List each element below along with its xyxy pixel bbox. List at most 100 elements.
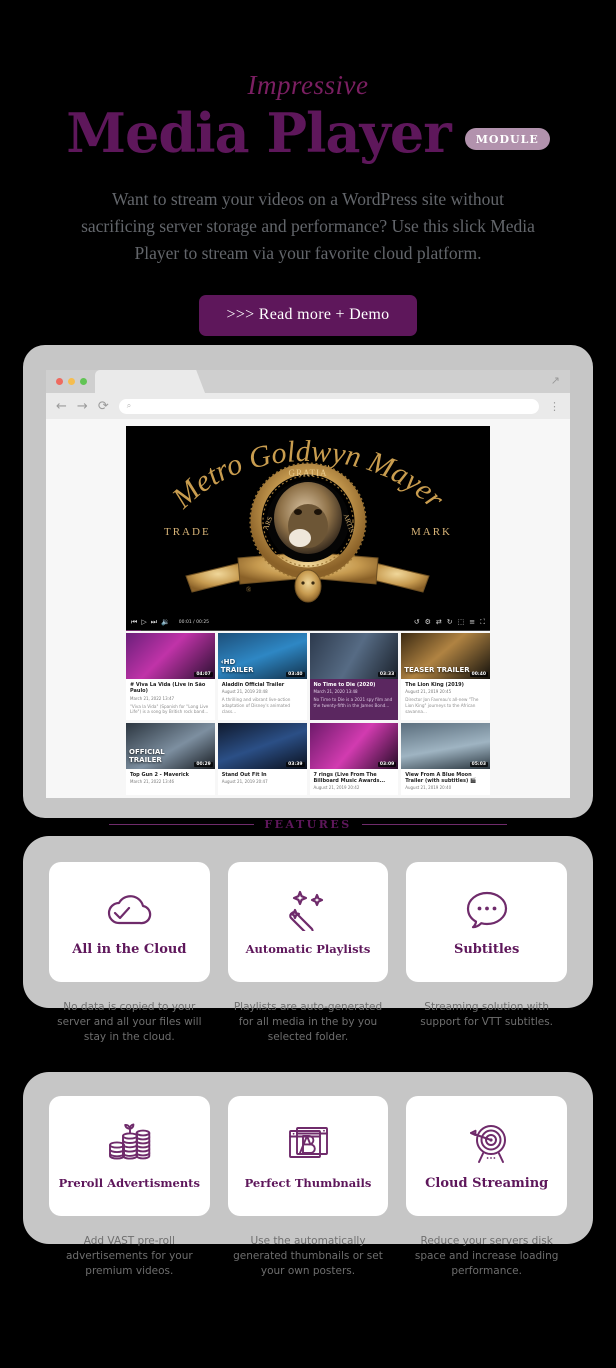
features-heading: FEATURES bbox=[0, 818, 616, 831]
speech-bubble-icon bbox=[465, 888, 509, 932]
browser-menu-icon[interactable]: ⋮ bbox=[549, 400, 560, 413]
reload-icon[interactable]: ⟳ bbox=[98, 400, 109, 413]
forward-icon[interactable]: → bbox=[77, 400, 88, 413]
playlist-item[interactable]: OFFICIAL TRAILER 00:29 Top Gun 2 - Maveric… bbox=[126, 722, 215, 796]
feature-card-label: Subtitles bbox=[453, 941, 520, 957]
playlist-item-title: # Viva La Vida (Live in São Paulo) bbox=[130, 682, 206, 695]
playlist-item-date: August 21, 2019 20:48 bbox=[221, 689, 268, 695]
feature-description: Reduce your servers disk space and incre… bbox=[414, 1235, 559, 1278]
playlist-thumbnail: 03:33 bbox=[309, 633, 399, 679]
playlist-item[interactable]: 03:09 7 rings (Live From The Billboard Mu… bbox=[309, 722, 399, 796]
trade-label: TRADE bbox=[164, 526, 211, 538]
landing-page: Impressive Media Player MODULE Want to s… bbox=[0, 0, 616, 1368]
shuffle-icon[interactable]: ⇄ bbox=[436, 619, 442, 626]
playlist-item-date: August 21, 2019 20:47 bbox=[221, 779, 268, 785]
playlist-item[interactable]: ‹HD TRAILER 03:40 Aladdin Official Trailer… bbox=[217, 633, 307, 720]
playlist-item-date: March 21, 2022 13:46 bbox=[130, 779, 175, 785]
feature-card-label: Automatic Playlists bbox=[245, 942, 371, 956]
address-bar[interactable]: ⌕ bbox=[118, 398, 539, 414]
player-control-bar: ⏮ ▷ ⏭ 🔉 00:01 / 00:25 ↺ ⚙ ⇄ ↻ ⬚ ≡ ⛶ bbox=[126, 614, 490, 631]
feature-card[interactable]: All in the Cloud bbox=[49, 862, 210, 982]
playlist-item-title: Aladdin Official Trailer bbox=[221, 682, 285, 688]
svg-text:GRATIA: GRATIA bbox=[289, 468, 328, 478]
playlist-item-meta: View From A Blue Moon Trailer (with subt… bbox=[401, 769, 490, 796]
cta-wrapper: >>> Read more + Demo bbox=[0, 295, 616, 337]
speed-icon[interactable]: ⚙ bbox=[425, 619, 431, 626]
player-progress-bar[interactable] bbox=[126, 630, 490, 631]
playlist-item-date: March 21, 2020 13:48 bbox=[313, 689, 358, 695]
duration-badge: 05:03 bbox=[469, 761, 488, 767]
replay-icon[interactable]: ↺ bbox=[414, 619, 420, 626]
svg-text:®: ® bbox=[246, 586, 252, 594]
playlist-item-title: The Lion King (2019) bbox=[405, 682, 464, 688]
next-track-icon[interactable]: ⏭ bbox=[151, 619, 157, 626]
volume-icon[interactable]: 🔉 bbox=[161, 619, 170, 626]
fullscreen-icon[interactable]: ⛶ bbox=[480, 619, 485, 626]
playlist-item[interactable]: 03:33 No Time to Die (2020) March 21, 2020… bbox=[309, 633, 399, 720]
read-more-demo-button[interactable]: >>> Read more + Demo bbox=[198, 295, 418, 337]
feature-card[interactable]: Preroll Advertisments bbox=[49, 1096, 210, 1216]
playlist-thumbnail: 03:09 bbox=[309, 722, 399, 769]
feature-description: Add VAST pre-roll advertisements for you… bbox=[65, 1235, 193, 1278]
maximize-window-dot-icon[interactable] bbox=[80, 378, 87, 385]
mark-label: MARK bbox=[410, 526, 452, 538]
feature-card[interactable]: Automatic Playlists bbox=[227, 862, 389, 982]
feature-card[interactable]: Cloud Streaming bbox=[406, 1096, 567, 1216]
feature-card[interactable]: Subtitles bbox=[406, 862, 567, 982]
playlist-thumbnail: OFFICIAL TRAILER 00:29 bbox=[126, 722, 215, 769]
playlist-item[interactable]: 05:03 View From A Blue Moon Trailer (with… bbox=[401, 722, 490, 796]
divider-left bbox=[109, 824, 255, 825]
back-icon[interactable]: ← bbox=[56, 400, 67, 413]
playlist-icon[interactable]: ≡ bbox=[469, 619, 475, 626]
hero-title-row: Media Player MODULE bbox=[0, 105, 616, 162]
playlist-item-description: Director Jon Favreau's all-new "The Lion… bbox=[405, 697, 479, 714]
browser-mockup-frame: ↗ ← → ⟳ ⌕ ⋮ Metro Goldwyn Mayer GRATIA A… bbox=[23, 345, 593, 818]
cloud-check-icon bbox=[106, 888, 152, 932]
previous-track-icon[interactable]: ⏮ bbox=[131, 619, 137, 626]
playlist-item-date: March 21, 2022 13:47 bbox=[130, 695, 175, 701]
page-title: Media Player bbox=[66, 101, 451, 165]
player-controls-left: ⏮ ▷ ⏭ 🔉 00:01 / 00:25 bbox=[131, 619, 209, 626]
close-window-dot-icon[interactable] bbox=[56, 378, 63, 385]
playlist-item[interactable]: 03:39 Stand Out Fit In August 21, 2019 20:… bbox=[217, 722, 307, 796]
playlist-item-date: August 21, 2019 20:40 bbox=[405, 785, 452, 791]
player-time: 00:01 / 00:25 bbox=[178, 620, 210, 625]
duration-badge: 03:39 bbox=[286, 761, 305, 767]
playlist-item-title: View From A Blue Moon Trailer (with subt… bbox=[405, 771, 477, 785]
browser-navbar: ← → ⟳ ⌕ ⋮ bbox=[46, 393, 570, 419]
search-icon: ⌕ bbox=[126, 401, 132, 410]
playlist-thumbnail: TEASER TRAILER 00:40 bbox=[401, 633, 490, 679]
playlist-item-meta: Aladdin Official Trailer August 21, 2019 … bbox=[218, 679, 307, 719]
feature-card-label: Perfect Thumbnails bbox=[244, 1176, 372, 1190]
traffic-lights bbox=[56, 378, 87, 385]
coins-stack-icon bbox=[107, 1122, 151, 1166]
duration-badge: 00:40 bbox=[469, 672, 488, 677]
target-arrow-icon bbox=[465, 1122, 509, 1166]
expand-icon[interactable]: ↗ bbox=[551, 376, 560, 387]
minimize-window-dot-icon[interactable] bbox=[68, 378, 75, 385]
duration-badge: 04:07 bbox=[194, 672, 213, 677]
duration-badge: 03:33 bbox=[377, 672, 397, 677]
feature-description: No data is copied to your server and all… bbox=[57, 1001, 202, 1044]
playlist-item-date: August 21, 2019 20:42 bbox=[313, 785, 360, 791]
picture-in-picture-icon[interactable]: ⬚ bbox=[458, 619, 465, 626]
playlist-item[interactable]: 04:07 # Viva La Vida (Live in São Paulo) M… bbox=[126, 633, 215, 720]
browser-window: ↗ ← → ⟳ ⌕ ⋮ Metro Goldwyn Mayer GRATIA A… bbox=[46, 370, 570, 798]
playlist-item[interactable]: TEASER TRAILER 00:40 The Lion King (2019) A… bbox=[401, 633, 490, 720]
player-controls-right: ↺ ⚙ ⇄ ↻ ⬚ ≡ ⛶ bbox=[414, 619, 485, 626]
browser-tab[interactable] bbox=[95, 370, 205, 393]
feature-card-label: Preroll Advertisments bbox=[58, 1176, 200, 1190]
play-icon[interactable]: ▷ bbox=[141, 619, 146, 626]
browser-viewport: Metro Goldwyn Mayer GRATIA ARS ARTIS ® T… bbox=[46, 419, 570, 798]
playlist-item-title: No Time to Die (2020) bbox=[313, 682, 376, 688]
repeat-icon[interactable]: ↻ bbox=[447, 619, 453, 626]
feature-card[interactable]: Perfect Thumbnails bbox=[227, 1096, 389, 1216]
video-player[interactable]: Metro Goldwyn Mayer GRATIA ARS ARTIS ® T… bbox=[126, 426, 490, 631]
browser-tabbar: ↗ bbox=[46, 370, 570, 393]
hero-eyebrow: Impressive bbox=[247, 70, 369, 100]
duration-badge: 00:29 bbox=[194, 761, 213, 767]
playlist-item-title: Top Gun 2 - Maverick bbox=[130, 771, 189, 778]
thumbnail-overlay-text: ‹HD TRAILER bbox=[220, 658, 254, 674]
playlist-item-date: August 21, 2019 20:45 bbox=[405, 689, 452, 695]
playlist-item-description: "Viva la Vida" (Spanish for "Long Live L… bbox=[130, 703, 209, 715]
